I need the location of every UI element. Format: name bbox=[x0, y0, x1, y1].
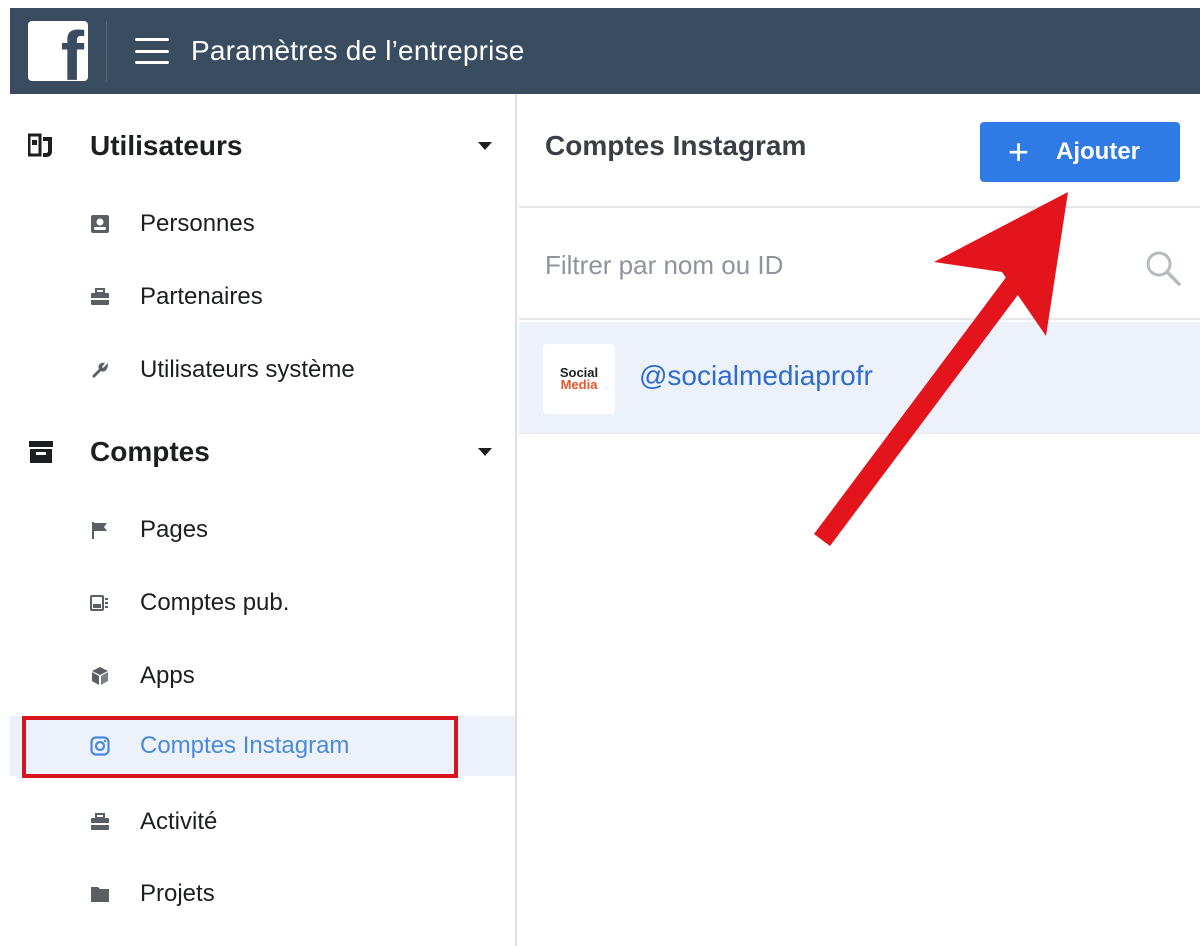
users-icon bbox=[28, 133, 52, 157]
sidebar-item-label: Comptes Instagram bbox=[140, 732, 350, 759]
add-button[interactable]: + Ajouter bbox=[980, 122, 1180, 182]
sidebar-item-label: Apps bbox=[140, 662, 195, 689]
plus-icon: + bbox=[1008, 131, 1030, 172]
sidebar-item-label: Pages bbox=[140, 516, 209, 543]
briefcase-icon bbox=[91, 813, 109, 830]
panel-title: Comptes Instagram bbox=[545, 130, 807, 161]
main-panel: Comptes Instagram + Ajouter Social Media… bbox=[519, 94, 1200, 946]
filter-input[interactable] bbox=[545, 240, 1125, 290]
cube-icon bbox=[92, 667, 108, 685]
wrench-icon bbox=[92, 362, 108, 378]
sidebar-item-personnes[interactable]: Personnes bbox=[10, 194, 515, 254]
account-avatar: Social Media bbox=[543, 344, 615, 414]
sidebar-item-pages[interactable]: Pages bbox=[10, 500, 515, 560]
chevron-down-icon[interactable] bbox=[478, 142, 492, 150]
sidebar-section-label: Comptes bbox=[90, 436, 210, 467]
facebook-logo[interactable]: f bbox=[28, 21, 88, 81]
page-title: Paramètres de l’entreprise bbox=[191, 35, 525, 66]
chevron-down-icon[interactable] bbox=[478, 448, 492, 456]
account-row[interactable]: Social Media @socialmediaprofr bbox=[519, 322, 1200, 434]
account-handle-link[interactable]: @socialmediaprofr bbox=[639, 360, 873, 392]
topbar-divider bbox=[106, 21, 107, 81]
sidebar-item-comptes-instagram[interactable]: Comptes Instagram bbox=[10, 716, 515, 776]
sidebar-item-label: Partenaires bbox=[140, 283, 263, 310]
ad-account-icon bbox=[90, 595, 108, 611]
sidebar-item-apps[interactable]: Apps bbox=[10, 646, 515, 706]
instagram-icon bbox=[90, 736, 110, 756]
sidebar-item-utilisateurs-systeme[interactable]: Utilisateurs système bbox=[10, 340, 515, 400]
archive-box-icon bbox=[29, 441, 53, 463]
add-button-label: Ajouter bbox=[1056, 138, 1140, 165]
panel-header: Comptes Instagram + Ajouter bbox=[519, 94, 1200, 208]
filter-bar bbox=[519, 210, 1200, 320]
flag-icon bbox=[92, 522, 107, 539]
sidebar-item-projets[interactable]: Projets bbox=[10, 864, 515, 924]
sidebar-item-label: Personnes bbox=[140, 210, 255, 237]
top-bar: f Paramètres de l’entreprise bbox=[10, 8, 1200, 94]
hamburger-menu-icon[interactable] bbox=[135, 38, 169, 64]
person-card-icon bbox=[91, 215, 109, 233]
sidebar-section-comptes[interactable]: Comptes bbox=[10, 422, 515, 482]
folder-icon bbox=[91, 887, 109, 902]
search-icon[interactable] bbox=[1143, 248, 1183, 288]
sidebar-section-label: Utilisateurs bbox=[90, 130, 243, 161]
sidebar-item-partenaires[interactable]: Partenaires bbox=[10, 267, 515, 327]
sidebar-item-label: Activité bbox=[140, 808, 218, 835]
facebook-logo-letter: f bbox=[60, 21, 84, 81]
sidebar-section-utilisateurs[interactable]: Utilisateurs bbox=[10, 116, 515, 176]
sidebar-item-label: Projets bbox=[140, 880, 215, 907]
sidebar-item-label: Utilisateurs système bbox=[140, 356, 355, 383]
sidebar-item-label: Comptes pub. bbox=[140, 589, 290, 616]
sidebar-item-comptes-pub[interactable]: Comptes pub. bbox=[10, 573, 515, 633]
sidebar-item-activite[interactable]: Activité bbox=[10, 792, 515, 852]
briefcase-icon bbox=[91, 288, 109, 305]
sidebar: Utilisateurs Personnes Partenaires Utili… bbox=[10, 94, 517, 946]
avatar-text-line2: Media bbox=[560, 377, 598, 392]
